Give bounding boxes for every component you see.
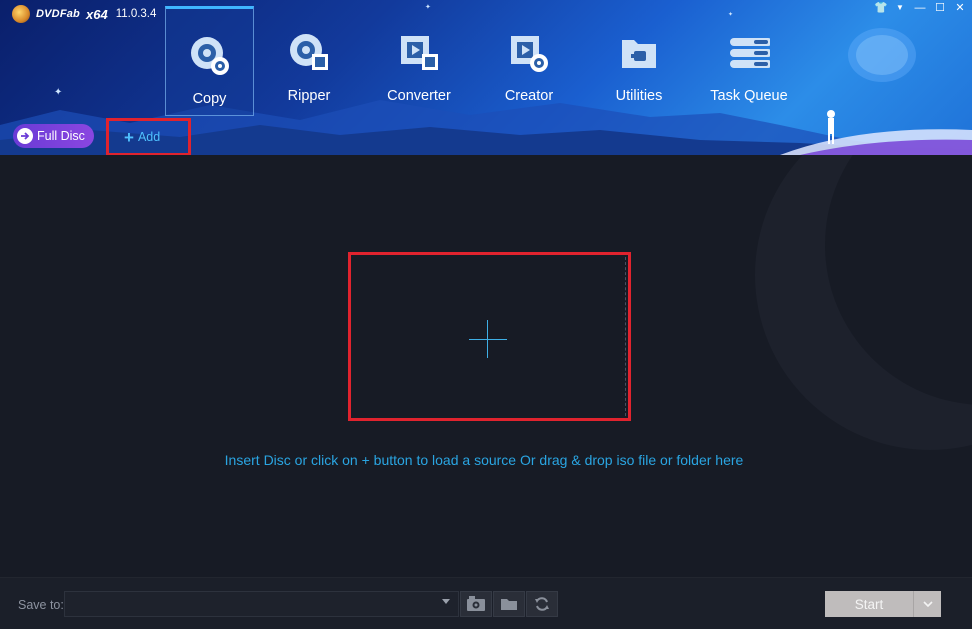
- full-disc-label: Full Disc: [37, 129, 85, 143]
- copy-disc-icon: [189, 35, 231, 77]
- plus-icon: +: [124, 127, 134, 147]
- nav-label-utilities: Utilities: [615, 88, 663, 104]
- save-as-iso-button[interactable]: [460, 591, 492, 617]
- add-source-dropzone[interactable]: [348, 252, 631, 421]
- moon-graphic: [755, 155, 972, 450]
- creator-film-disc-icon: [508, 32, 550, 74]
- folder-icon: [501, 599, 517, 610]
- start-options-button[interactable]: [913, 591, 941, 617]
- app-brand: DVDFab x64 11.0.3.4: [12, 5, 156, 23]
- nav-copy[interactable]: Copy: [165, 6, 254, 116]
- drop-hint-text: Insert Disc or click on + button to load…: [224, 452, 744, 468]
- menu-dropdown-icon[interactable]: ▼: [894, 2, 906, 14]
- browse-folder-button[interactable]: [493, 591, 525, 617]
- add-label: Add: [137, 130, 161, 144]
- nav-label-converter: Converter: [387, 88, 451, 104]
- main-area: Insert Disc or click on + button to load…: [0, 155, 972, 577]
- app-version: 11.0.3.4: [115, 8, 157, 20]
- add-button[interactable]: + Add: [106, 118, 191, 156]
- nav-label-creator: Creator: [504, 88, 554, 104]
- nav-ripper[interactable]: Ripper: [254, 6, 364, 116]
- close-icon[interactable]: ✕: [954, 2, 966, 14]
- task-queue-list-icon: [728, 32, 770, 74]
- refresh-button[interactable]: [526, 591, 558, 617]
- chevron-down-icon: [922, 601, 933, 607]
- converter-film-icon: [398, 32, 440, 74]
- skin-icon[interactable]: 👕: [874, 2, 888, 14]
- window-controls: 👕 ▼ — ☐ ✕: [874, 2, 966, 14]
- nav-converter[interactable]: Converter: [364, 6, 474, 116]
- minimize-icon[interactable]: —: [914, 2, 926, 14]
- iso-icon: [467, 596, 485, 611]
- ripper-disc-film-icon: [288, 32, 330, 74]
- brand-arch: x64: [85, 6, 108, 22]
- arrow-right-circle-icon: [17, 128, 33, 144]
- main-nav: Copy Ripper Converter Creator Utilities …: [165, 6, 804, 116]
- nav-label-ripper: Ripper: [287, 88, 331, 104]
- maximize-icon[interactable]: ☐: [934, 2, 946, 14]
- dvdfab-logo-icon: [12, 5, 30, 23]
- bottom-bar: Save to: Start: [0, 577, 972, 629]
- nav-creator[interactable]: Creator: [474, 6, 584, 116]
- nav-label-copy: Copy: [192, 91, 227, 107]
- nav-task-queue[interactable]: Task Queue: [694, 6, 804, 116]
- save-to-dropdown[interactable]: [64, 591, 459, 617]
- figure-graphic: [827, 110, 835, 144]
- dropzone-border: [625, 257, 626, 416]
- nav-label-task-queue: Task Queue: [710, 88, 788, 104]
- full-disc-button[interactable]: Full Disc: [13, 124, 94, 148]
- save-to-label: Save to:: [18, 598, 64, 612]
- brand-name: DVDFab: [36, 8, 80, 20]
- chevron-down-icon[interactable]: [442, 599, 450, 604]
- start-button[interactable]: Start: [825, 591, 913, 617]
- brain-graphic: [848, 28, 916, 82]
- utilities-folder-icon: [618, 32, 660, 74]
- nav-utilities[interactable]: Utilities: [584, 6, 694, 116]
- refresh-icon: [535, 597, 549, 611]
